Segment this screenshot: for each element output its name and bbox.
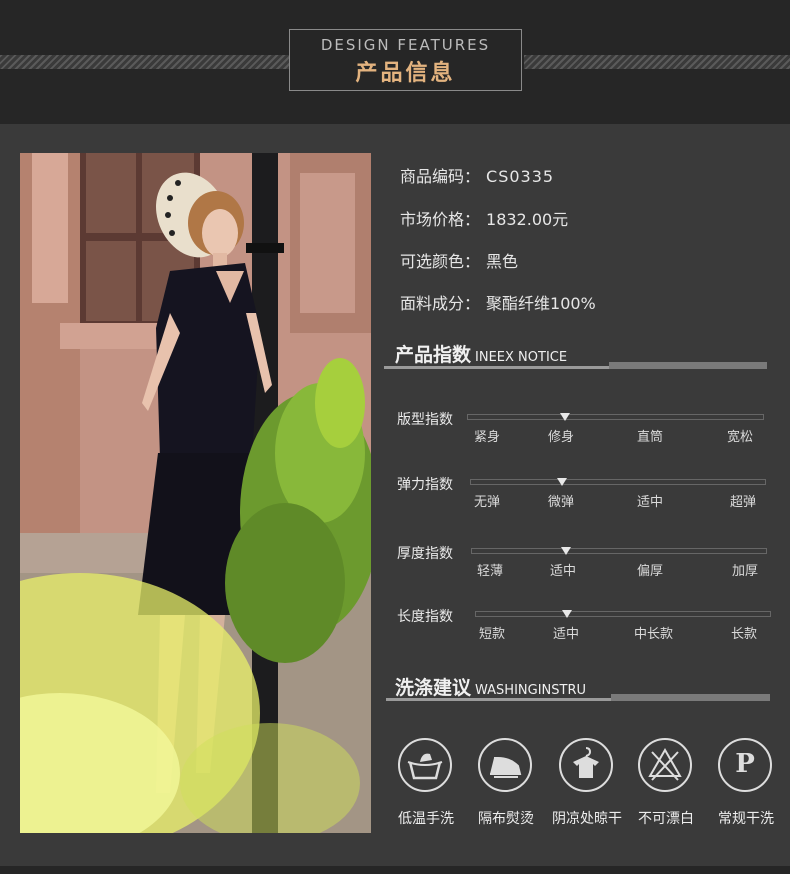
info-row-fabric: 面料成分： 聚酯纤维100% bbox=[400, 290, 596, 314]
dry-clean-icon: P bbox=[718, 738, 772, 792]
index-bar bbox=[467, 414, 764, 420]
info-value: CS0335 bbox=[486, 167, 555, 186]
index-bar bbox=[470, 479, 766, 485]
wash-section-rule bbox=[386, 698, 612, 701]
info-label: 面料成分： bbox=[400, 294, 481, 313]
wash-label: 不可漂白 bbox=[638, 811, 694, 827]
info-value: 黑色 bbox=[486, 252, 519, 271]
wash-label: 阴凉处晾干 bbox=[552, 811, 622, 827]
no-bleach-icon bbox=[638, 738, 692, 792]
index-marker bbox=[556, 478, 567, 486]
index-section-rule bbox=[384, 366, 610, 369]
index-tick-label: 紧身 bbox=[474, 430, 501, 445]
index-tick-label: 微弹 bbox=[548, 495, 575, 510]
header-title-cn: 产品信息 bbox=[355, 61, 456, 86]
index-tick-label: 中长款 bbox=[634, 627, 674, 642]
info-label: 可选颜色： bbox=[400, 252, 481, 271]
index-section-title: 产品指数 INEEX NOTICE bbox=[395, 340, 567, 367]
wash-section-rule-accent bbox=[611, 694, 770, 701]
info-row-price: 市场价格： 1832.00元 bbox=[400, 206, 568, 230]
hand-wash-icon bbox=[398, 738, 452, 792]
index-tick-label: 宽松 bbox=[727, 430, 754, 445]
index-section-title-en: INEEX NOTICE bbox=[475, 350, 568, 365]
footer-band bbox=[0, 866, 790, 874]
index-tick-label: 适中 bbox=[550, 564, 577, 579]
index-tick-label: 加厚 bbox=[732, 564, 759, 579]
info-label: 商品编码： bbox=[400, 167, 481, 186]
dry-clean-glyph: P bbox=[735, 749, 755, 779]
index-marker bbox=[560, 547, 571, 555]
wash-label: 低温手洗 bbox=[398, 811, 454, 827]
index-tick-label: 长款 bbox=[731, 627, 758, 642]
header-band: DESIGN FEATURES 产品信息 bbox=[0, 0, 790, 124]
info-row-code: 商品编码： CS0335 bbox=[400, 163, 554, 187]
info-value: 1832.00元 bbox=[486, 210, 569, 229]
wash-label: 常规干洗 bbox=[718, 811, 774, 827]
index-tick-label: 短款 bbox=[479, 627, 506, 642]
index-bar bbox=[475, 611, 771, 617]
index-marker bbox=[560, 413, 570, 421]
iron-icon bbox=[478, 738, 532, 792]
index-tick-label: 偏厚 bbox=[637, 564, 664, 579]
wash-section-title: 洗涤建议 WASHINGINSTRU bbox=[395, 673, 586, 700]
index-section-title-cn: 产品指数 bbox=[395, 344, 472, 366]
index-label: 弹力指数 bbox=[397, 477, 453, 493]
index-tick-label: 直筒 bbox=[637, 430, 664, 445]
info-label: 市场价格： bbox=[400, 210, 481, 229]
header-stripe-right bbox=[524, 55, 790, 69]
index-marker bbox=[561, 610, 572, 618]
wash-section-title-cn: 洗涤建议 bbox=[395, 677, 472, 699]
index-tick-label: 轻薄 bbox=[477, 564, 504, 579]
index-tick-label: 适中 bbox=[637, 495, 664, 510]
index-section-rule-accent bbox=[609, 362, 767, 369]
index-tick-label: 超弹 bbox=[730, 495, 757, 510]
index-label: 版型指数 bbox=[397, 412, 453, 428]
index-tick-label: 修身 bbox=[548, 430, 575, 445]
index-label: 长度指数 bbox=[397, 609, 453, 625]
header-title-box: DESIGN FEATURES 产品信息 bbox=[289, 29, 522, 91]
index-tick-label: 适中 bbox=[553, 627, 580, 642]
header-stripe-left bbox=[0, 55, 290, 69]
product-photo-illustration bbox=[20, 153, 371, 833]
product-photo bbox=[20, 153, 371, 833]
header-title-en: DESIGN FEATURES bbox=[320, 36, 491, 54]
index-bar bbox=[471, 548, 767, 554]
wash-section-title-en: WASHINGINSTRU bbox=[475, 683, 587, 698]
info-value: 聚酯纤维100% bbox=[486, 294, 596, 313]
wash-label: 隔布熨烫 bbox=[478, 811, 534, 827]
hanger-dry-icon bbox=[559, 738, 613, 792]
index-tick-label: 无弹 bbox=[474, 495, 501, 510]
info-row-color: 可选颜色： 黑色 bbox=[400, 248, 518, 272]
index-label: 厚度指数 bbox=[397, 546, 453, 562]
